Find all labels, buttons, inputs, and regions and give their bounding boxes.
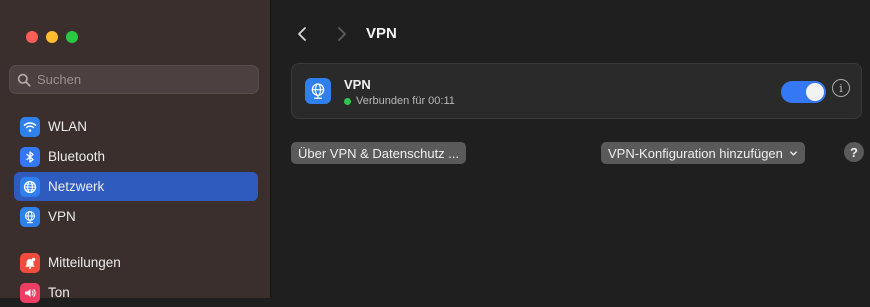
vpn-globe-icon	[305, 78, 331, 104]
vpn-status: Verbunden für 00:11	[344, 95, 455, 107]
about-vpn-privacy-button[interactable]: Über VPN & Datenschutz ...	[291, 142, 467, 164]
sidebar: WLAN Bluetooth Netzwerk	[0, 0, 271, 303]
back-button[interactable]	[293, 23, 311, 45]
chevron-down-icon	[790, 150, 797, 156]
chevron-right-icon	[338, 27, 346, 41]
help-button[interactable]: ?	[844, 142, 864, 162]
zoom-window-button[interactable]	[66, 31, 78, 43]
toolbar: VPN	[271, 0, 870, 66]
about-vpn-privacy-label: Über VPN & Datenschutz ...	[298, 145, 460, 161]
sidebar-item-ton[interactable]: Ton	[14, 278, 258, 307]
vpn-globe-icon	[20, 206, 40, 227]
help-icon: ?	[850, 144, 858, 160]
info-icon: i	[839, 81, 843, 95]
search-input[interactable]	[37, 72, 237, 87]
info-button[interactable]: i	[832, 79, 850, 97]
add-vpn-configuration-button[interactable]: VPN-Konfiguration hinzufügen	[601, 142, 805, 164]
window-controls	[26, 31, 78, 43]
vpn-name: VPN	[344, 77, 371, 92]
search-field[interactable]	[9, 65, 259, 94]
bell-icon	[20, 252, 40, 273]
close-window-button[interactable]	[26, 31, 38, 43]
sidebar-item-label: Bluetooth	[48, 149, 106, 164]
sidebar-item-mitteilungen[interactable]: Mitteilungen	[14, 248, 258, 277]
globe-icon	[20, 176, 40, 197]
search-icon	[17, 73, 31, 87]
chevron-left-icon	[298, 27, 306, 41]
vpn-status-text: Verbunden für 00:11	[356, 95, 455, 107]
bluetooth-icon	[20, 146, 40, 167]
sidebar-item-wlan[interactable]: WLAN	[14, 112, 258, 141]
add-vpn-configuration-label: VPN-Konfiguration hinzufügen	[608, 145, 783, 161]
sidebar-item-label: VPN	[48, 209, 76, 224]
sidebar-item-vpn[interactable]: VPN	[14, 202, 258, 231]
forward-button[interactable]	[333, 23, 351, 45]
sidebar-item-netzwerk[interactable]: Netzwerk	[14, 172, 258, 201]
minimize-window-button[interactable]	[46, 31, 58, 43]
vpn-connection-row: VPN Verbunden für 00:11 i	[291, 63, 862, 119]
main-pane: VPN VPN Verbunden für 00:11 i Über VPN &…	[271, 0, 870, 298]
sidebar-item-bluetooth[interactable]: Bluetooth	[14, 142, 258, 171]
connected-status-dot	[344, 97, 351, 105]
page-title: VPN	[366, 25, 397, 42]
wifi-icon	[20, 116, 40, 137]
sidebar-item-label: Mitteilungen	[48, 255, 121, 270]
sidebar-item-label: Netzwerk	[48, 179, 105, 194]
speaker-icon	[20, 282, 40, 303]
vpn-toggle[interactable]	[781, 81, 826, 103]
sidebar-item-label: WLAN	[48, 119, 88, 134]
toggle-knob	[806, 83, 824, 101]
